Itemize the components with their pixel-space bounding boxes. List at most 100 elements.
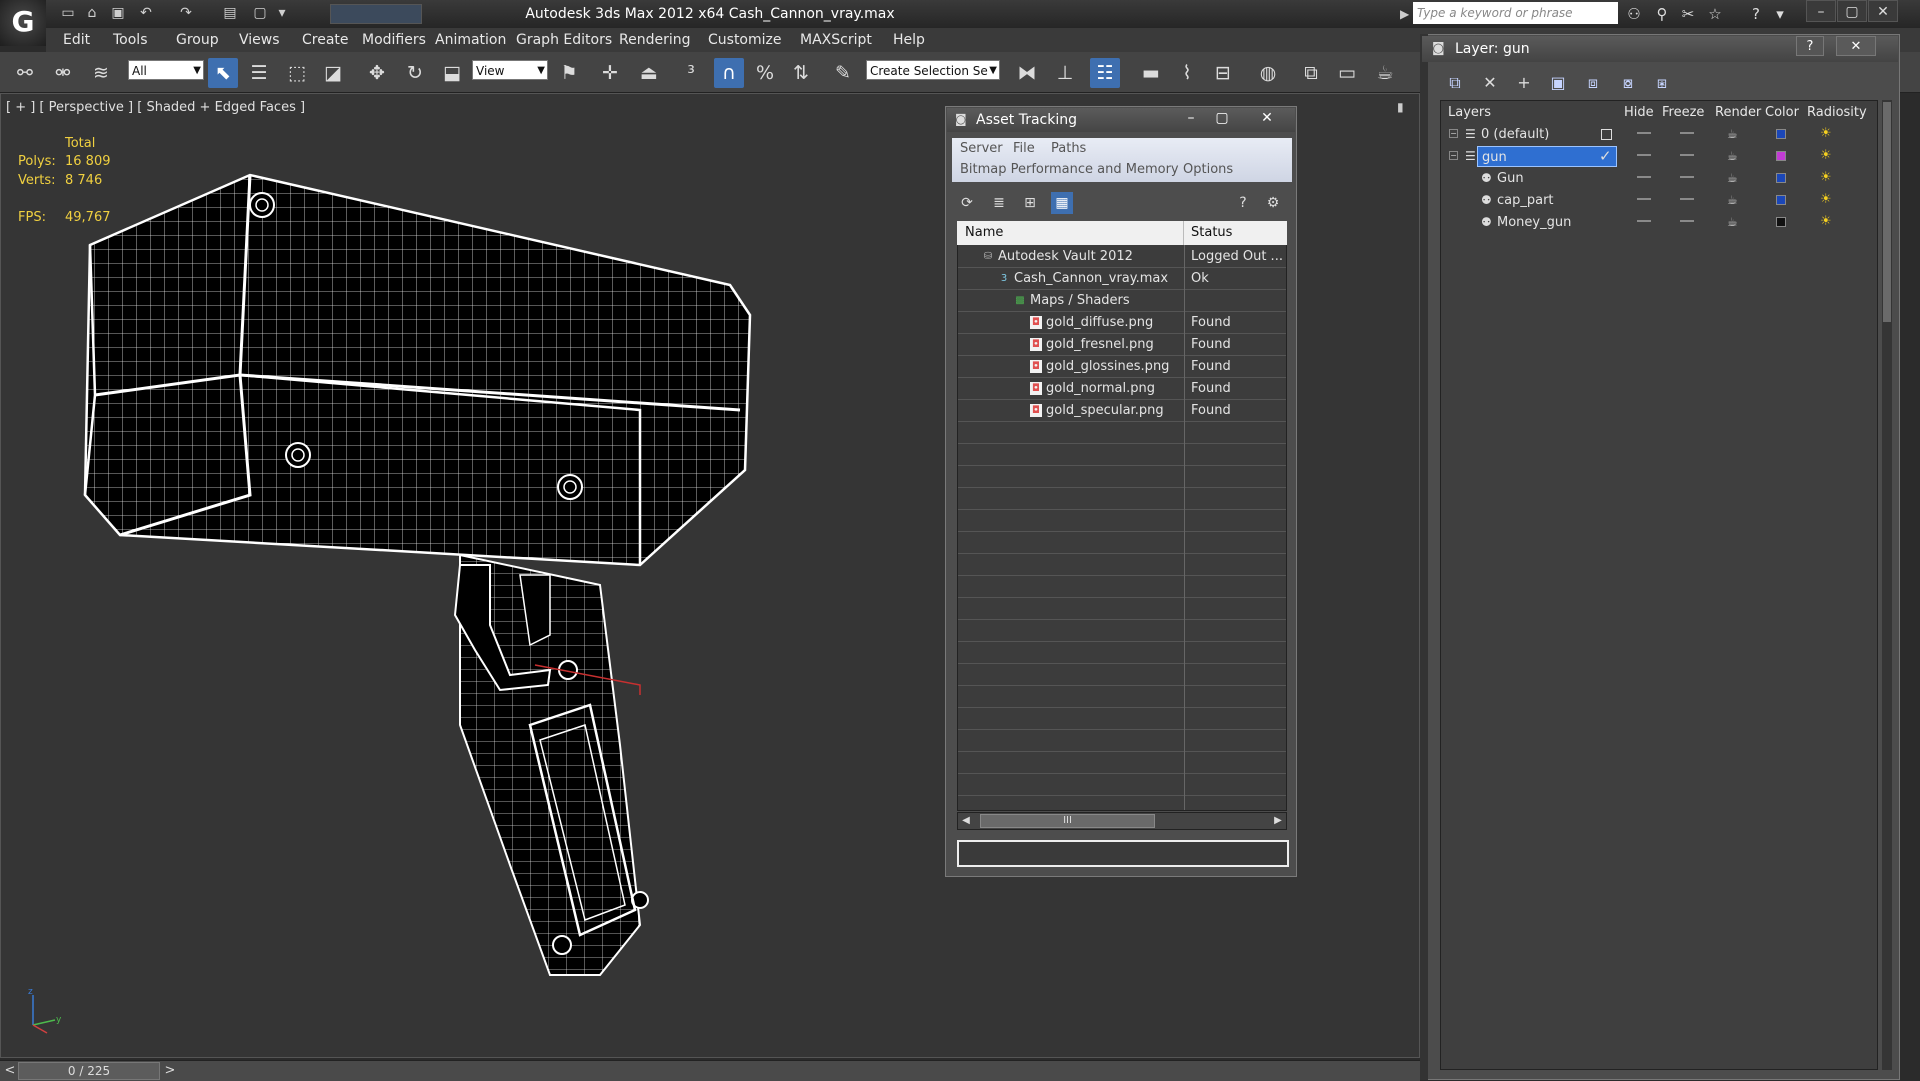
menu-group[interactable]: Group [176, 28, 219, 52]
subscription-icon[interactable]: ⚲ [1650, 3, 1674, 25]
expand-toggle-icon[interactable]: − [1449, 151, 1458, 160]
render-teapot-icon[interactable]: ☕ [1727, 171, 1738, 185]
select-by-name-icon[interactable]: ☰ [244, 58, 274, 88]
freeze-toggle[interactable] [1680, 132, 1694, 134]
layer-manager-icon[interactable]: ☷ [1090, 58, 1120, 88]
column-header-radiosity[interactable]: Radiosity [1807, 102, 1867, 124]
asset-empty-row[interactable] [958, 554, 1286, 576]
layer-object-row[interactable]: ⚉ Gun ☕ ☀ [1441, 168, 1877, 189]
asset-close-button[interactable]: ✕ [1254, 108, 1280, 128]
highlight-selected-layers-icon[interactable]: ⧈ [1580, 70, 1606, 96]
layer-row[interactable]: − ☰ gun ✓ ☕ ☀ [1441, 146, 1877, 167]
layer-color-swatch[interactable] [1776, 217, 1786, 227]
viewport-label[interactable]: [ + ] [ Perspective ] [ Shaded + Edged F… [6, 100, 305, 115]
asset-empty-row[interactable] [958, 686, 1286, 708]
menu-maxscript[interactable]: MAXScript [800, 28, 872, 52]
select-and-scale-icon[interactable]: ⬓ [437, 58, 467, 88]
asset-help-icon[interactable]: ? [1232, 192, 1254, 214]
layer-object-row[interactable]: ⚉ Money_gun ☕ ☀ [1441, 212, 1877, 233]
menu-tools[interactable]: Tools [113, 28, 148, 52]
freeze-toggle[interactable] [1680, 220, 1694, 222]
freeze-toggle[interactable] [1680, 198, 1694, 200]
freeze-unfreeze-all-layers-icon[interactable]: ⧆ [1649, 70, 1675, 96]
close-button[interactable]: ✕ [1868, 0, 1898, 22]
asset-row[interactable]: ⛁ Autodesk Vault 2012 Logged Out ... [958, 246, 1286, 268]
pivot-center-icon[interactable]: ⚑ [554, 58, 584, 88]
schematic-view-icon[interactable]: ⊟ [1208, 58, 1238, 88]
window-crossing-icon[interactable]: ◪ [318, 58, 348, 88]
reference-coordinate-dropdown[interactable]: View ▼ [472, 60, 548, 80]
freeze-toggle[interactable] [1680, 176, 1694, 178]
asset-empty-row[interactable] [958, 642, 1286, 664]
time-slider-thumb[interactable]: 0 / 225 [18, 1062, 160, 1080]
delete-layer-icon[interactable]: ✕ [1477, 70, 1503, 96]
hide-toggle[interactable] [1637, 220, 1651, 222]
asset-empty-row[interactable] [958, 774, 1286, 796]
select-and-manipulate-icon[interactable]: ✛ [595, 58, 625, 88]
select-object-icon[interactable]: ⬉ [208, 58, 238, 88]
asset-minimize-button[interactable]: – [1178, 108, 1204, 128]
create-new-layer-icon[interactable]: ⧉ [1442, 70, 1468, 96]
gun-wireframe-model[interactable] [80, 165, 920, 995]
column-header-name[interactable]: Name [965, 221, 1003, 245]
rendered-frame-window-icon[interactable]: ▭ [1332, 58, 1362, 88]
add-to-layer-icon[interactable]: + [1511, 70, 1537, 96]
radiosity-light-icon[interactable]: ☀ [1820, 170, 1832, 185]
mirror-icon[interactable]: ⧓ [1012, 58, 1042, 88]
viewport-pin-icon[interactable]: ▮ [1397, 100, 1404, 114]
layer-name[interactable]: 0 (default) [1481, 124, 1549, 145]
binoculars-icon[interactable]: ⚇ [1622, 3, 1646, 25]
render-teapot-icon[interactable]: ☕ [1727, 127, 1738, 141]
asset-menu-options[interactable]: Options [1183, 162, 1233, 177]
menu-animation[interactable]: Animation [435, 28, 506, 52]
asset-maximize-button[interactable]: ▢ [1209, 108, 1235, 128]
asset-empty-row[interactable] [958, 576, 1286, 598]
render-teapot-icon[interactable]: ☕ [1727, 149, 1738, 163]
asset-row[interactable]: ◘ gold_fresnel.png Found [958, 334, 1286, 356]
render-production-icon[interactable]: ☕ [1370, 58, 1400, 88]
radiosity-light-icon[interactable]: ☀ [1820, 126, 1832, 141]
radiosity-light-icon[interactable]: ☀ [1820, 148, 1832, 163]
angle-snap-icon[interactable]: ∩ [714, 58, 744, 88]
asset-empty-row[interactable] [958, 598, 1286, 620]
menu-edit[interactable]: Edit [63, 28, 90, 52]
selection-filter-dropdown[interactable]: All ▼ [128, 60, 204, 80]
menu-help[interactable]: Help [893, 28, 925, 52]
asset-menu-file[interactable]: File [1013, 141, 1035, 156]
asset-status-field[interactable] [957, 840, 1289, 867]
column-header-status[interactable]: Status [1191, 221, 1232, 245]
layer-color-swatch[interactable] [1776, 173, 1786, 183]
material-editor-icon[interactable]: ◍ [1253, 58, 1283, 88]
tree-view-icon[interactable]: ⊞ [1019, 192, 1041, 214]
help-dropdown-icon[interactable]: ▾ [1768, 3, 1792, 25]
search-expand-icon[interactable]: ▶ [1400, 3, 1412, 25]
unlink-icon[interactable]: ⚮ [48, 58, 78, 88]
column-header-color[interactable]: Color [1765, 102, 1799, 124]
hide-toggle[interactable] [1637, 176, 1651, 178]
scroll-right-icon[interactable]: ▶ [1271, 813, 1285, 829]
asset-row[interactable]: 3 Cash_Cannon_vray.max Ok [958, 268, 1286, 290]
percent-snap-icon[interactable]: % [750, 58, 780, 88]
asset-row[interactable]: ▩ Maps / Shaders [958, 290, 1286, 312]
asset-empty-row[interactable] [958, 620, 1286, 642]
asset-empty-row[interactable] [958, 510, 1286, 532]
freeze-toggle[interactable] [1680, 154, 1694, 156]
expand-toggle-icon[interactable]: − [1449, 129, 1458, 138]
app-logo-button[interactable]: G [0, 0, 46, 46]
rectangular-selection-icon[interactable]: ⬚ [282, 58, 312, 88]
column-header-hide[interactable]: Hide [1624, 102, 1654, 124]
select-and-move-icon[interactable]: ✥ [362, 58, 392, 88]
current-layer-check-icon[interactable]: ✓ [1599, 147, 1612, 165]
select-highlighted-objects-icon[interactable]: ▣ [1545, 70, 1571, 96]
list-view-icon[interactable]: ≣ [988, 192, 1010, 214]
asset-row[interactable]: ◘ gold_diffuse.png Found [958, 312, 1286, 334]
snaps-toggle-icon[interactable]: ³ [676, 58, 706, 88]
favorites-star-icon[interactable]: ☆ [1703, 3, 1727, 25]
layer-help-button[interactable]: ? [1796, 36, 1824, 56]
communication-icon[interactable]: ✂ [1676, 3, 1700, 25]
asset-empty-row[interactable] [958, 422, 1286, 444]
asset-row[interactable]: ◘ gold_normal.png Found [958, 378, 1286, 400]
scroll-left-icon[interactable]: ◀ [959, 813, 973, 829]
bind-space-warp-icon[interactable]: ≋ [86, 58, 116, 88]
asset-empty-row[interactable] [958, 708, 1286, 730]
